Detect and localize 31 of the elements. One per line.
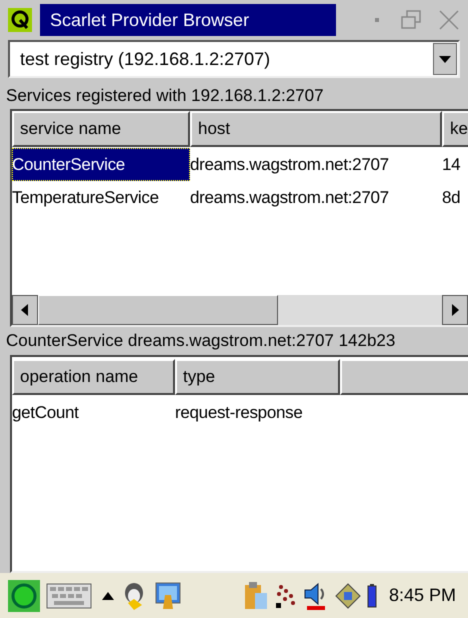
table-cell-text: 8d <box>442 186 460 209</box>
app-logo-icon <box>8 8 32 32</box>
horizontal-scrollbar[interactable] <box>12 295 468 325</box>
network-icon[interactable] <box>274 582 297 608</box>
column-header[interactable]: operation name <box>12 359 175 395</box>
table-cell[interactable]: getCount <box>12 399 175 427</box>
column-header[interactable]: type <box>175 359 340 395</box>
scroll-left-icon[interactable] <box>12 295 38 325</box>
keyboard-icon[interactable] <box>46 582 92 608</box>
services-label: Services registered with 192.168.1.2:2707 <box>5 85 325 108</box>
scroll-right-icon[interactable] <box>442 295 468 325</box>
scrollbar-thumb[interactable] <box>38 295 278 325</box>
card-icon[interactable] <box>334 582 361 608</box>
column-header[interactable]: ke <box>442 111 468 147</box>
table-cell-text: dreams.wagstrom.net:2707 <box>190 186 389 209</box>
column-header[interactable]: service name <box>12 111 190 147</box>
table-cell-text: dreams.wagstrom.net:2707 <box>190 154 389 176</box>
start-button-icon[interactable] <box>8 580 40 612</box>
table-cell-text: request-response <box>175 402 302 424</box>
monitor-icon[interactable] <box>154 580 182 610</box>
battery-icon[interactable] <box>366 584 377 608</box>
column-header[interactable]: host <box>190 111 442 147</box>
registry-dropdown[interactable]: test registry (192.168.1.2:2707) <box>8 40 460 78</box>
clock: 8:45 PM <box>388 584 456 607</box>
table-cell[interactable]: CounterService <box>12 148 190 181</box>
service-detail-label: CounterService dreams.wagstrom.net:2707 142b23 <box>5 330 396 352</box>
window-title: Scarlet Provider Browser <box>40 4 336 36</box>
up-arrow-icon[interactable] <box>102 592 114 600</box>
table-cell-text: 14 <box>442 154 460 176</box>
clipboard-icon[interactable] <box>242 580 269 610</box>
table-cell[interactable]: TemperatureService <box>12 181 190 214</box>
